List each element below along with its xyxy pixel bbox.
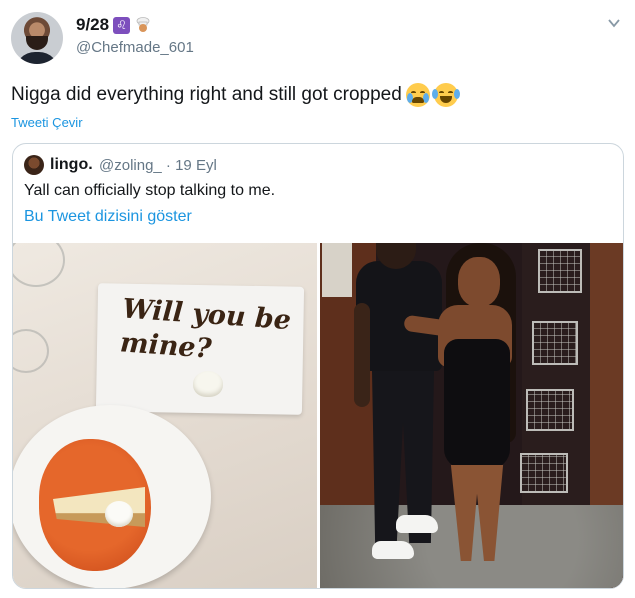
- tweet[interactable]: 9/28 ♌ @Chefmade_601 Nigga did everythin…: [0, 0, 635, 598]
- tweet-text-content: Nigga did everything right and still got…: [11, 84, 402, 105]
- author-display-name[interactable]: 9/28 ♌: [76, 15, 194, 35]
- chef-emoji-icon: [134, 16, 152, 34]
- quoted-author-avatar: [24, 155, 44, 175]
- tears-of-joy-emoji-icon: [431, 83, 460, 107]
- chevron-down-icon[interactable]: [607, 16, 621, 30]
- wall-frame: [322, 243, 352, 297]
- dessert-plate-photo[interactable]: Will you be mine?: [13, 243, 317, 588]
- wall-shelf-cube: [520, 453, 568, 493]
- man-sneaker: [372, 541, 414, 559]
- wall-shelf-cube: [538, 249, 582, 293]
- show-thread-link[interactable]: Bu Tweet dizisini göster: [24, 208, 192, 226]
- wall-shelf-cube: [532, 321, 578, 365]
- tweet-text: Nigga did everything right and still got…: [11, 83, 460, 107]
- emoji-eye: [438, 91, 444, 94]
- woman-face: [458, 257, 500, 307]
- woman-dress: [444, 339, 510, 469]
- author-handle[interactable]: @Chefmade_601: [76, 39, 194, 56]
- chocolate-message: Will you be mine?: [118, 293, 292, 365]
- man-arm: [354, 303, 370, 407]
- emoji-mouth: [439, 96, 452, 103]
- emoji-tear: [453, 89, 460, 99]
- display-name-text: 9/28: [76, 15, 110, 34]
- quoted-author-meta: @zoling_ · 19 Eyl: [99, 157, 217, 174]
- crying-face-emoji-icon: [405, 83, 430, 107]
- avatar-shoulders: [15, 52, 59, 64]
- author-avatar[interactable]: [11, 12, 63, 64]
- author-block[interactable]: 9/28 ♌ @Chefmade_601: [76, 15, 194, 56]
- translate-tweet-link[interactable]: Tweeti Çevir: [11, 115, 83, 130]
- quoted-author-name: lingo.: [50, 156, 93, 173]
- quoted-tweet-card[interactable]: lingo. @zoling_ · 19 Eyl Yall can offici…: [12, 143, 624, 589]
- whipped-cream: [105, 501, 133, 527]
- emoji-mouth: [411, 97, 424, 103]
- avatar-beard: [26, 36, 48, 50]
- cream-dollop: [193, 371, 223, 397]
- couple-photo[interactable]: [320, 243, 623, 588]
- emoji-eye: [447, 91, 453, 94]
- man-sneaker: [396, 515, 438, 533]
- leo-zodiac-icon: ♌: [113, 16, 131, 34]
- emoji-tear: [431, 89, 438, 99]
- quoted-tweet-text: Yall can officially stop talking to me.: [24, 182, 276, 199]
- wall-shelf-cube: [526, 389, 574, 431]
